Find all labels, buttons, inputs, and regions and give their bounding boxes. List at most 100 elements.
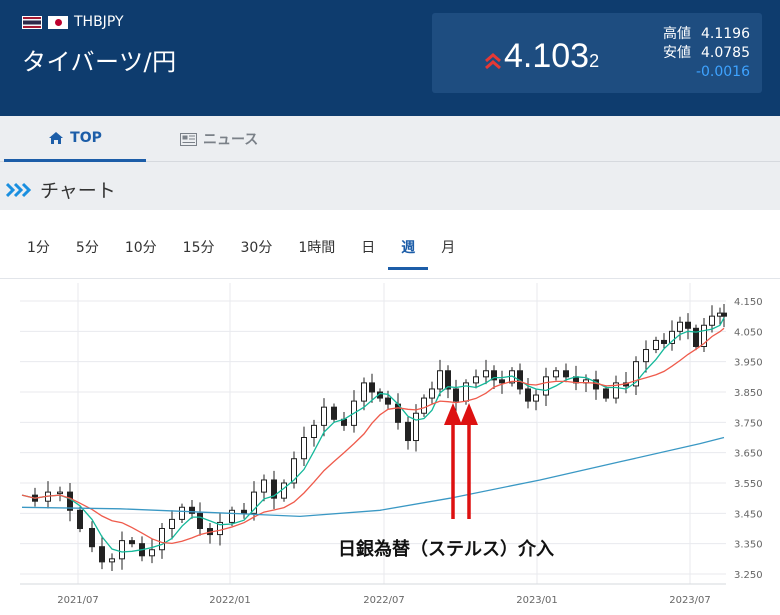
candle-body	[563, 370, 569, 378]
candle-body	[709, 315, 715, 326]
y-tick-label: 3.550	[734, 479, 763, 490]
candle-body	[385, 397, 391, 405]
y-tick-label: 3.750	[734, 418, 763, 429]
candle-body	[179, 506, 185, 520]
ma-long-line	[21, 436, 725, 518]
candle-body	[525, 388, 531, 402]
candle-body	[721, 312, 727, 317]
price-main: 4.103	[504, 37, 590, 75]
currency-pair-code: THBJPY	[22, 14, 124, 30]
candle-body	[369, 382, 375, 393]
annotation-arrow-right-head	[460, 403, 478, 425]
period-month[interactable]: 月	[428, 230, 468, 270]
y-tick-label: 3.450	[734, 509, 763, 520]
period-selector: 1分 5分 10分 15分 30分 1時間 日 週 月	[14, 230, 468, 270]
low-value: 4.0785	[701, 45, 750, 61]
y-tick-label: 3.650	[734, 449, 763, 460]
candle-body	[533, 394, 539, 402]
candle-body	[301, 437, 307, 460]
tab-news[interactable]: ニュース	[180, 116, 258, 162]
candle-body	[311, 424, 317, 439]
candle-body	[149, 549, 155, 557]
tab-bar: TOP ニュース	[0, 116, 780, 162]
japan-flag-icon	[48, 15, 68, 29]
pair-name: タイバーツ/円	[22, 48, 177, 76]
candle-body	[197, 512, 203, 529]
y-tick-label: 4.050	[734, 327, 763, 338]
candle-body	[677, 321, 683, 332]
tab-top[interactable]: TOP	[4, 116, 146, 162]
period-1hour[interactable]: 1時間	[285, 230, 348, 270]
candle-body	[109, 558, 115, 563]
candle-body	[429, 388, 435, 399]
symbol-text: THBJPY	[74, 14, 124, 30]
quote-box: 4.1032 高値 4.1196 安値 4.0785 -0.0016	[432, 13, 762, 93]
high-low-block: 高値 4.1196 安値 4.0785 -0.0016	[663, 25, 750, 82]
x-tick-label: 2023/01	[516, 595, 558, 606]
y-tick-label: 3.950	[734, 358, 763, 369]
candle-body	[685, 321, 691, 329]
chart-panel: 1分 5分 10分 15分 30分 1時間 日 週 月 4.150 4.050 3.…	[0, 210, 780, 615]
high-value: 4.1196	[701, 26, 750, 42]
change-value: -0.0016	[695, 64, 750, 80]
candle-body	[499, 379, 505, 384]
candle-body	[553, 370, 559, 378]
section-title-text: チャート	[40, 180, 116, 202]
home-icon	[49, 131, 64, 144]
candle-body	[453, 388, 459, 402]
candle-body	[321, 406, 327, 426]
candle-body	[437, 370, 443, 390]
low-label: 安値	[663, 45, 691, 61]
candle-body	[119, 540, 125, 560]
y-tick-label: 3.350	[734, 540, 763, 551]
candlestick-chart: 4.150 4.050 3.950 3.850 3.750 3.650 3.550 3.450…	[20, 283, 763, 606]
period-week[interactable]: 週	[388, 230, 429, 270]
period-30min[interactable]: 30分	[228, 230, 286, 270]
candle-body	[693, 327, 699, 347]
candle-body	[331, 406, 337, 420]
candle-body	[229, 509, 235, 523]
x-tick-label: 2022/01	[209, 595, 251, 606]
high-label: 高値	[663, 26, 691, 42]
period-1min[interactable]: 1分	[14, 230, 63, 270]
news-icon	[180, 132, 197, 146]
candle-body	[361, 382, 367, 402]
candle-body	[603, 388, 609, 399]
candle-body	[483, 370, 489, 378]
candle-body	[159, 528, 165, 551]
x-tick-label: 2022/07	[363, 595, 405, 606]
y-tick-label: 3.250	[734, 570, 763, 581]
chart-section-title: チャート	[6, 176, 116, 203]
x-tick-label: 2023/07	[669, 595, 711, 606]
y-tick-label: 4.150	[734, 297, 763, 308]
candle-body	[421, 397, 427, 414]
y-tick-label: 3.850	[734, 388, 763, 399]
candle-body	[661, 339, 667, 344]
annotation-label: 日銀為替（ステルス）介入	[338, 538, 554, 560]
candle-body	[643, 349, 649, 363]
tab-top-label: TOP	[70, 129, 102, 146]
candle-body	[653, 339, 659, 351]
quote-header: THBJPY タイバーツ/円 4.1032 高値 4.1196 安値 4.0785 …	[0, 0, 780, 116]
candle-body	[261, 479, 267, 493]
period-10min[interactable]: 10分	[112, 230, 170, 270]
candle-body	[89, 528, 95, 548]
candle-body	[169, 518, 175, 529]
candle-body	[405, 421, 411, 442]
price-small-digit: 2	[589, 51, 600, 71]
candle-body	[57, 491, 63, 495]
candle-body	[413, 412, 419, 442]
current-price: 4.1032	[504, 37, 599, 76]
up-arrow-icon	[485, 53, 501, 70]
candle-body	[241, 509, 247, 514]
annotation-arrow-left-head	[444, 403, 462, 425]
chart-area[interactable]: 4.150 4.050 3.950 3.850 3.750 3.650 3.550 3.450…	[0, 278, 780, 615]
period-5min[interactable]: 5分	[63, 230, 112, 270]
candle-body	[129, 540, 135, 545]
period-day[interactable]: 日	[348, 230, 388, 270]
candle-body	[543, 376, 549, 396]
candle-body	[77, 509, 83, 530]
candle-body	[473, 376, 479, 384]
period-15min[interactable]: 15分	[170, 230, 228, 270]
candle-body	[281, 482, 287, 499]
